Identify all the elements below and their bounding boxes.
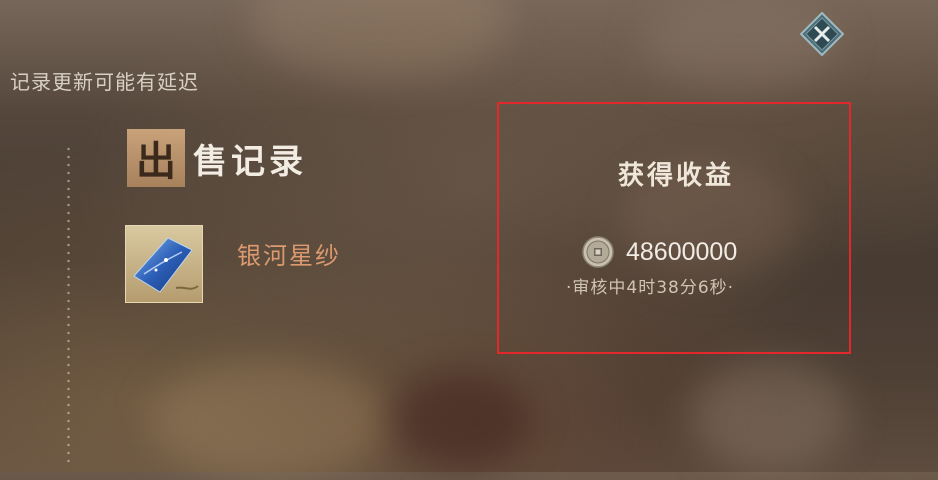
item-artwork <box>133 237 199 293</box>
delay-notice: 记录更新可能有延迟 <box>10 70 199 94</box>
copper-coin-icon <box>582 236 614 268</box>
title-badge: 出 <box>127 129 185 187</box>
sales-record-title: 出 售记录 <box>127 128 307 188</box>
close-x-diamond-icon <box>799 11 845 57</box>
item-name: 银河星纱 <box>237 242 341 270</box>
highlight-box <box>497 102 851 354</box>
background-blur <box>390 370 530 470</box>
earnings-title: 获得收益 <box>618 161 735 191</box>
title-text: 售记录 <box>193 141 307 182</box>
background-blur <box>690 360 850 470</box>
top-bar <box>0 0 938 112</box>
background-blur <box>150 360 390 480</box>
galaxy-star-gauze-icon[interactable] <box>125 225 203 303</box>
close-button[interactable] <box>799 11 845 57</box>
dotted-divider <box>67 145 70 465</box>
earnings-amount-row: 48600000 <box>582 236 737 268</box>
review-status: ·审核中4时38分6秒· <box>566 278 735 298</box>
earnings-amount: 48600000 <box>626 237 738 266</box>
